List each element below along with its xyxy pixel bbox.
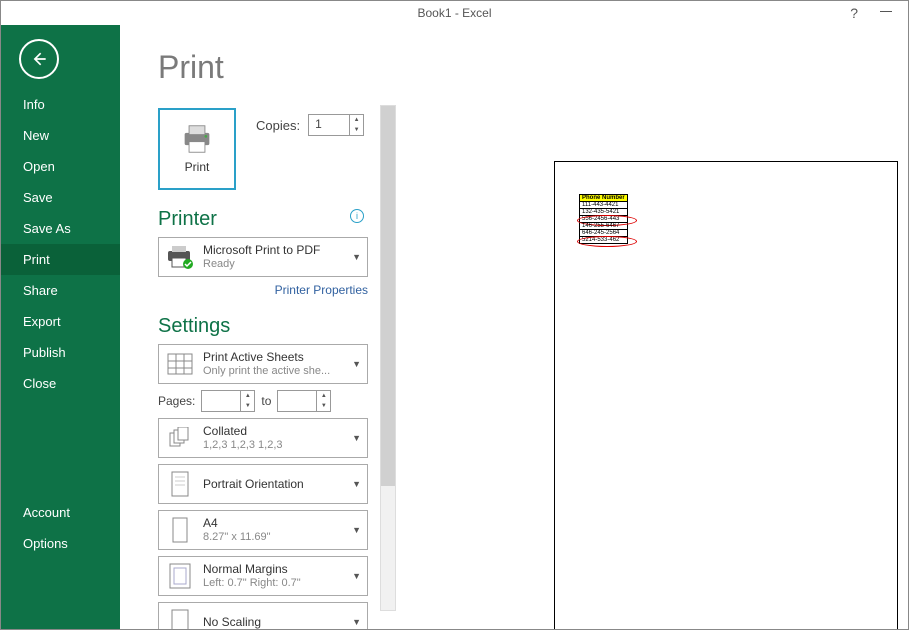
preview-table: Phone Number 111-443-4421132-435-5421556… — [579, 194, 628, 244]
printer-heading: Printer — [158, 208, 380, 231]
help-icon[interactable]: ? — [850, 5, 858, 21]
content-area: Print Print Copies: 1 — [120, 25, 908, 629]
sidebar-item-open[interactable]: Open — [1, 151, 120, 182]
minimize-icon[interactable] — [880, 11, 892, 12]
copies-label: Copies: — [256, 118, 300, 133]
backstage-sidebar: InfoNewOpenSaveSave AsPrintShareExportPu… — [1, 25, 120, 629]
page-icon — [165, 515, 195, 545]
chevron-down-icon: ▼ — [352, 359, 361, 369]
sidebar-item-export[interactable]: Export — [1, 306, 120, 337]
info-icon[interactable]: i — [350, 209, 364, 223]
page-title: Print — [158, 49, 380, 86]
preview-row: 5214-533-462 — [580, 237, 627, 243]
chevron-down-icon: ▼ — [352, 617, 361, 627]
printer-dropdown[interactable]: Microsoft Print to PDF Ready ▼ — [158, 237, 368, 277]
scaling-dropdown[interactable]: No Scaling ▼ — [158, 602, 368, 630]
titlebar: Book1 - Excel ? — [1, 1, 908, 25]
sidebar-item-info[interactable]: Info — [1, 89, 120, 120]
collate-dropdown[interactable]: Collated 1,2,3 1,2,3 1,2,3 ▼ — [158, 418, 368, 458]
copies-value[interactable]: 1 — [309, 115, 349, 135]
back-button[interactable] — [19, 39, 59, 79]
pages-to-label: to — [261, 394, 271, 408]
printer-properties-link[interactable]: Printer Properties — [158, 283, 368, 297]
sheets-icon — [165, 349, 195, 379]
print-what-dropdown[interactable]: Print Active Sheets Only print the activ… — [158, 344, 368, 384]
sidebar-item-save[interactable]: Save — [1, 182, 120, 213]
chevron-down-icon: ▼ — [352, 479, 361, 489]
copies-spinner[interactable]: 1 ▲▼ — [308, 114, 364, 136]
pages-to-spinner[interactable]: ▲▼ — [277, 390, 331, 412]
settings-scrollbar[interactable] — [380, 105, 396, 611]
sidebar-menu: InfoNewOpenSaveSave AsPrintShareExportPu… — [1, 89, 120, 399]
chevron-down-icon: ▼ — [352, 525, 361, 535]
sidebar-item-new[interactable]: New — [1, 120, 120, 151]
collate-icon — [165, 423, 195, 453]
preview-row: 111-443-4421 — [580, 202, 627, 209]
chevron-up-icon[interactable]: ▲ — [350, 115, 363, 125]
sidebar-item-save-as[interactable]: Save As — [1, 213, 120, 244]
sidebar-item-publish[interactable]: Publish — [1, 337, 120, 368]
sidebar-item-account[interactable]: Account — [1, 497, 120, 528]
printer-status: Ready — [203, 258, 361, 272]
app-window: Book1 - Excel ? InfoNewOpenSaveSave AsPr… — [0, 0, 909, 630]
chevron-down-icon: ▼ — [352, 433, 361, 443]
print-button-label: Print — [185, 160, 210, 174]
margins-dropdown[interactable]: Normal Margins Left: 0.7" Right: 0.7" ▼ — [158, 556, 368, 596]
back-arrow-icon — [29, 49, 49, 69]
chevron-down-icon: ▼ — [352, 252, 361, 262]
print-button[interactable]: Print — [158, 108, 236, 190]
printer-status-icon — [165, 242, 195, 272]
sidebar-item-options[interactable]: Options — [1, 528, 120, 559]
preview-table-header: Phone Number — [580, 195, 627, 202]
margins-icon — [165, 561, 195, 591]
preview-pane: Phone Number 111-443-4421132-435-5421556… — [380, 25, 908, 629]
paper-dropdown[interactable]: A4 8.27" x 11.69" ▼ — [158, 510, 368, 550]
printer-name: Microsoft Print to PDF — [203, 243, 361, 258]
sidebar-item-share[interactable]: Share — [1, 275, 120, 306]
printer-icon — [179, 124, 215, 154]
sidebar-item-print[interactable]: Print — [1, 244, 120, 275]
pages-from-spinner[interactable]: ▲▼ — [201, 390, 255, 412]
preview-row: 556-2456-443 — [580, 216, 627, 223]
chevron-down-icon: ▼ — [352, 571, 361, 581]
print-settings-pane: Print Print Copies: 1 — [120, 25, 380, 629]
sidebar-footer: AccountOptions — [1, 497, 120, 559]
settings-heading: Settings — [158, 315, 380, 338]
preview-row: 146-255-6467 — [580, 223, 627, 230]
sidebar-item-close[interactable]: Close — [1, 368, 120, 399]
portrait-icon — [165, 469, 195, 499]
chevron-down-icon[interactable]: ▼ — [350, 125, 363, 135]
pages-label: Pages: — [158, 394, 195, 408]
window-title: Book1 - Excel — [417, 6, 491, 20]
scaling-icon — [165, 607, 195, 630]
page-preview: Phone Number 111-443-4421132-435-5421556… — [554, 161, 898, 630]
orientation-dropdown[interactable]: Portrait Orientation ▼ — [158, 464, 368, 504]
